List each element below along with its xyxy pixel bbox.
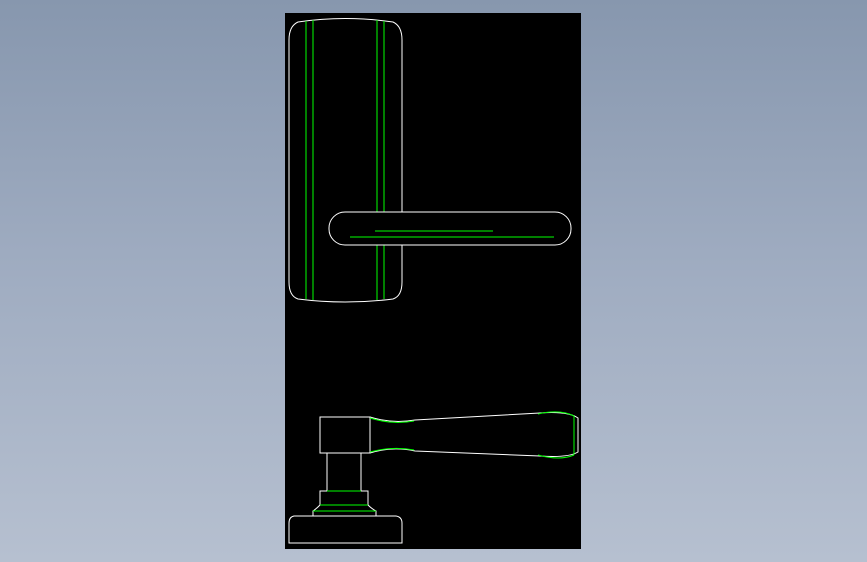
drawing-sheet xyxy=(285,13,581,549)
drawing-canvas[interactable] xyxy=(0,0,867,562)
cad-viewport[interactable] xyxy=(0,0,867,562)
lever-front-outline[interactable] xyxy=(328,211,572,246)
